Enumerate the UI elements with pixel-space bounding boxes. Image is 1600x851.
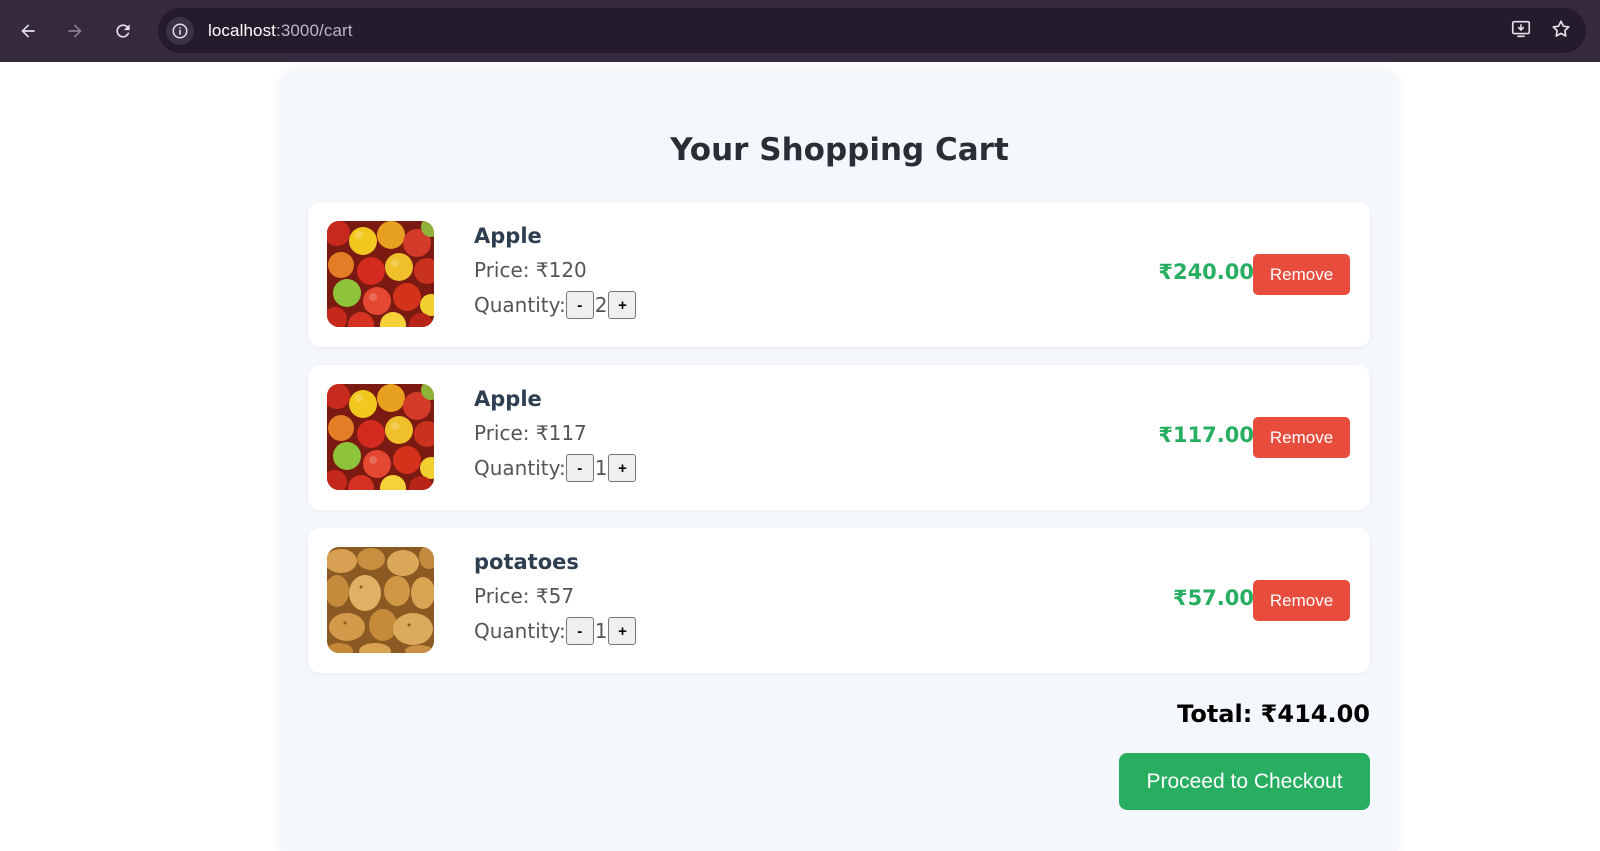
increase-quantity-button[interactable]: +: [608, 454, 637, 482]
address-bar[interactable]: localhost:3000/cart: [158, 8, 1586, 53]
url-path: :3000/cart: [276, 20, 353, 40]
quantity-value: 1: [594, 456, 608, 480]
page-viewport: Your Shopping Cart Apple Price: ₹120 Qua…: [0, 62, 1600, 851]
remove-button[interactable]: Remove: [1253, 580, 1350, 621]
checkout-button[interactable]: Proceed to Checkout: [1119, 753, 1370, 810]
item-price: Price: ₹57: [474, 584, 575, 608]
forward-arrow-icon[interactable]: [57, 13, 93, 49]
page-title: Your Shopping Cart: [670, 132, 1009, 168]
remove-button[interactable]: Remove: [1253, 417, 1350, 458]
item-line-total: ₹57.00: [1172, 586, 1254, 610]
quantity-stepper: Quantity: - 1 +: [474, 616, 637, 646]
item-name: Apple: [474, 224, 542, 248]
install-app-icon[interactable]: [1510, 18, 1532, 44]
decrease-quantity-button[interactable]: -: [565, 617, 594, 645]
back-arrow-icon[interactable]: [10, 13, 46, 49]
quantity-label: Quantity:: [474, 456, 566, 480]
cart-item: Apple Price: ₹120 Quantity: - 2 + ₹240.0…: [308, 202, 1370, 347]
url-host: localhost: [208, 20, 276, 40]
item-name: potatoes: [474, 550, 579, 574]
cart-item: Apple Price: ₹117 Quantity: - 1 + ₹117.0…: [308, 365, 1370, 510]
cart-total: Total: ₹414.00: [1177, 700, 1370, 728]
quantity-label: Quantity:: [474, 619, 566, 643]
quantity-stepper: Quantity: - 1 +: [474, 453, 637, 483]
item-name: Apple: [474, 387, 542, 411]
item-price: Price: ₹120: [474, 258, 587, 282]
bookmark-star-icon[interactable]: [1550, 18, 1572, 44]
cart-container: Your Shopping Cart Apple Price: ₹120 Qua…: [281, 70, 1398, 851]
quantity-value: 2: [594, 293, 608, 317]
quantity-stepper: Quantity: - 2 +: [474, 290, 637, 320]
product-image-potatoes: [327, 547, 434, 653]
quantity-value: 1: [594, 619, 608, 643]
item-line-total: ₹117.00: [1158, 423, 1254, 447]
decrease-quantity-button[interactable]: -: [565, 454, 594, 482]
url-text: localhost:3000/cart: [208, 21, 353, 41]
product-image-apples: [327, 221, 434, 327]
product-image-apples: [327, 384, 434, 490]
increase-quantity-button[interactable]: +: [608, 617, 637, 645]
reload-icon[interactable]: [105, 13, 141, 49]
item-price: Price: ₹117: [474, 421, 587, 445]
decrease-quantity-button[interactable]: -: [565, 291, 594, 319]
site-info-icon[interactable]: [166, 16, 194, 45]
quantity-label: Quantity:: [474, 293, 566, 317]
increase-quantity-button[interactable]: +: [608, 291, 637, 319]
remove-button[interactable]: Remove: [1253, 254, 1350, 295]
browser-toolbar: localhost:3000/cart: [0, 0, 1600, 62]
item-line-total: ₹240.00: [1158, 260, 1254, 284]
cart-item: potatoes Price: ₹57 Quantity: - 1 + ₹57.…: [308, 528, 1370, 673]
